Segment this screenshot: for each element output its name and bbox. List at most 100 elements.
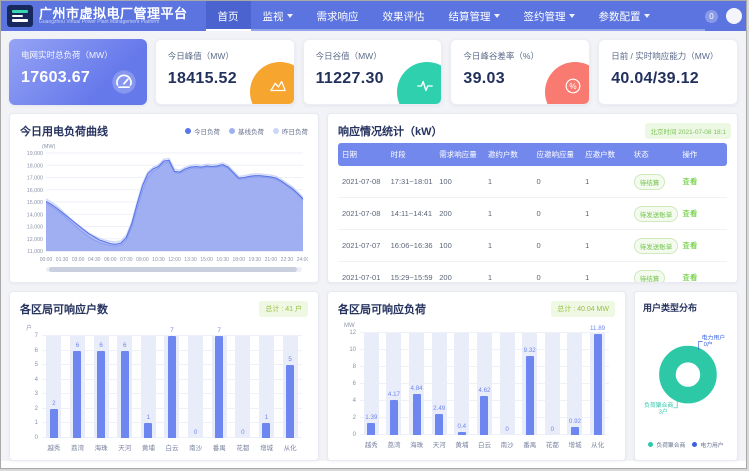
bar-value-label: 1.39 (356, 414, 386, 421)
x-axis-label: 越秀 (365, 439, 378, 449)
legend-dot (648, 442, 653, 447)
view-link[interactable]: 查看 (682, 241, 697, 250)
svg-text:17,000: 17,000 (27, 176, 43, 182)
bar-从化: 11.89 从化 (590, 333, 605, 435)
x-axis-label: 花都 (546, 439, 559, 449)
x-axis-label: 南沙 (501, 439, 514, 449)
view-link[interactable]: 查看 (682, 177, 697, 186)
svg-text:13,000: 13,000 (27, 225, 43, 231)
bar-background-stripe (188, 336, 203, 438)
nav-item-首页[interactable]: 首页 (206, 1, 251, 31)
kpi-label: 今日峰值（MW） (168, 50, 282, 62)
legend-item-今日负荷[interactable]: 今日负荷 (185, 126, 220, 136)
svg-text:15,000: 15,000 (27, 200, 43, 206)
column-header-日期: 日期 (338, 143, 387, 166)
bar-value-label: 0.4 (447, 423, 477, 430)
nav-item-效果评估[interactable]: 效果评估 (371, 1, 437, 31)
bar (215, 336, 223, 438)
column-header-时段: 时段 (387, 143, 436, 166)
bar-value-label: 0.92 (560, 418, 590, 425)
notification-badge[interactable]: 0 (705, 10, 718, 23)
district-users-total-badge: 总计 : 41 户 (259, 301, 308, 317)
svg-text:04:30: 04:30 (88, 257, 101, 263)
app-window: 广州市虚拟电厂管理平台 Guangzhou Virtual Power Plan… (0, 0, 747, 469)
x-axis-label: 荔湾 (71, 442, 84, 452)
nav-item-参数配置[interactable]: 参数配置 (587, 1, 662, 31)
nav-item-签约管理[interactable]: 签约管理 (512, 1, 587, 31)
svg-text:03:00: 03:00 (72, 257, 85, 263)
column-header-应邀响应量: 应邀响应量 (533, 143, 582, 166)
bar-value-label: 7 (204, 327, 234, 334)
svg-text:24:00: 24:00 (297, 257, 308, 263)
legend-item-电力用户[interactable]: 电力用户 (692, 440, 723, 449)
legend-item-负荷聚合商[interactable]: 负荷聚合商 (648, 440, 685, 449)
bar-value-label: 5 (275, 356, 305, 363)
table-row: 2021-07-07 16:06~16:36 100 1 0 1 待发送账单 查… (338, 230, 727, 262)
bar-value-label: 0 (228, 429, 258, 436)
bar-value-label: 0 (181, 429, 211, 436)
kpi-label: 日前 / 实时响应能力（MW） (611, 50, 725, 62)
bar-background-stripe (454, 333, 469, 435)
bar-白云: 4.62 白云 (477, 333, 492, 435)
status-badge: 待发送账单 (634, 206, 679, 222)
bar (571, 427, 579, 435)
bar-value-label: 7 (157, 327, 187, 334)
kpi-label: 今日谷值（MW） (316, 50, 430, 62)
bar-花都: 0 花都 (235, 336, 250, 438)
legend-item-昨日负荷[interactable]: 昨日负荷 (273, 126, 308, 136)
user-avatar[interactable] (726, 8, 742, 24)
bar-增城: 0.92 增城 (567, 333, 582, 435)
bar-天河: 2.49 天河 (432, 333, 447, 435)
table-row: 2021-07-01 15:29~15:59 200 1 0 1 待结算 查看 (338, 262, 727, 284)
district-load-title: 各区局可响应负荷 (338, 301, 426, 317)
status-badge: 待发送账单 (634, 238, 679, 254)
scrollbar-thumb[interactable] (49, 267, 297, 272)
svg-text:3户: 3户 (659, 408, 668, 416)
load-curve-panel: 今日用电负荷曲线 今日负荷 基线负荷 昨日负荷 (MW)11,00012,000… (9, 113, 319, 283)
app-subtitle: Guangzhou Virtual Power Plant Management… (39, 20, 188, 25)
svg-text:19,000: 19,000 (27, 151, 43, 157)
nav-item-结算管理[interactable]: 结算管理 (437, 1, 512, 31)
bar-越秀: 2 越秀 (46, 336, 61, 438)
chevron-down-icon (494, 14, 500, 18)
svg-text:负荷聚合商: 负荷聚合商 (644, 401, 673, 409)
bar (121, 351, 129, 438)
status-badge: 待结算 (634, 174, 666, 190)
district-load-total-badge: 总计 : 40.04 MW (551, 301, 615, 317)
user-type-donut-chart: 电力用户 0户 负荷聚合商 3户 (643, 314, 729, 440)
response-stats-panel: 响应情况统计（kW） 北京时间 2021-07-08 18:1 日期时段需求响应… (327, 113, 738, 283)
bar-越秀: 1.39 越秀 (364, 333, 379, 435)
bar (262, 423, 270, 438)
svg-text:22:30: 22:30 (281, 257, 294, 263)
column-header-状态: 状态 (630, 143, 679, 166)
bar (73, 351, 81, 438)
district-users-chart: 户 0 1 2 3 4 5 6 7 2 越秀 6 荔湾 6 海珠 (20, 323, 308, 438)
column-header-操作: 操作 (678, 143, 727, 166)
table-row: 2021-07-08 17:31~18:01 100 1 0 1 待结算 查看 (338, 166, 727, 198)
svg-text:12:00: 12:00 (168, 257, 181, 263)
svg-text:10:30: 10:30 (152, 257, 165, 263)
kpi-card-2: 今日谷值（MW） 11227.30 (303, 39, 443, 105)
x-axis-label: 天河 (433, 439, 446, 449)
kpi-card-1: 今日峰值（MW） 18415.52 (155, 39, 295, 105)
district-load-panel: 各区局可响应负荷 总计 : 40.04 MW MW 0 2 4 6 8 10 1… (327, 291, 626, 461)
svg-text:18,000: 18,000 (27, 163, 43, 169)
svg-text:12,000: 12,000 (27, 237, 43, 243)
svg-text:07:30: 07:30 (120, 257, 133, 263)
dashboard: 电网实时总负荷（MW） 17603.67 今日峰值（MW） 18415.52 今… (1, 31, 746, 461)
view-link[interactable]: 查看 (682, 209, 697, 218)
y-axis-unit: MW (344, 323, 615, 329)
nav-item-需求响应[interactable]: 需求响应 (305, 1, 371, 31)
district-users-panel: 各区局可响应户数 总计 : 41 户 户 0 1 2 3 4 5 6 7 2 越… (9, 291, 319, 461)
x-axis-label: 番禺 (213, 442, 226, 452)
bar-value-label: 11.89 (583, 325, 613, 332)
view-link[interactable]: 查看 (682, 273, 697, 282)
x-axis-label: 海珠 (410, 439, 423, 449)
bar-value-label: 4.84 (402, 385, 432, 392)
district-load-chart: MW 0 2 4 6 8 10 12 1.39 越秀 4.17 荔湾 4.84 … (338, 323, 615, 435)
nav-item-监视[interactable]: 监视 (251, 1, 305, 31)
svg-text:21:00: 21:00 (265, 257, 278, 263)
bar-荔湾: 4.17 荔湾 (386, 333, 401, 435)
bar-白云: 7 白云 (164, 336, 179, 438)
legend-item-基线负荷[interactable]: 基线负荷 (229, 126, 264, 136)
